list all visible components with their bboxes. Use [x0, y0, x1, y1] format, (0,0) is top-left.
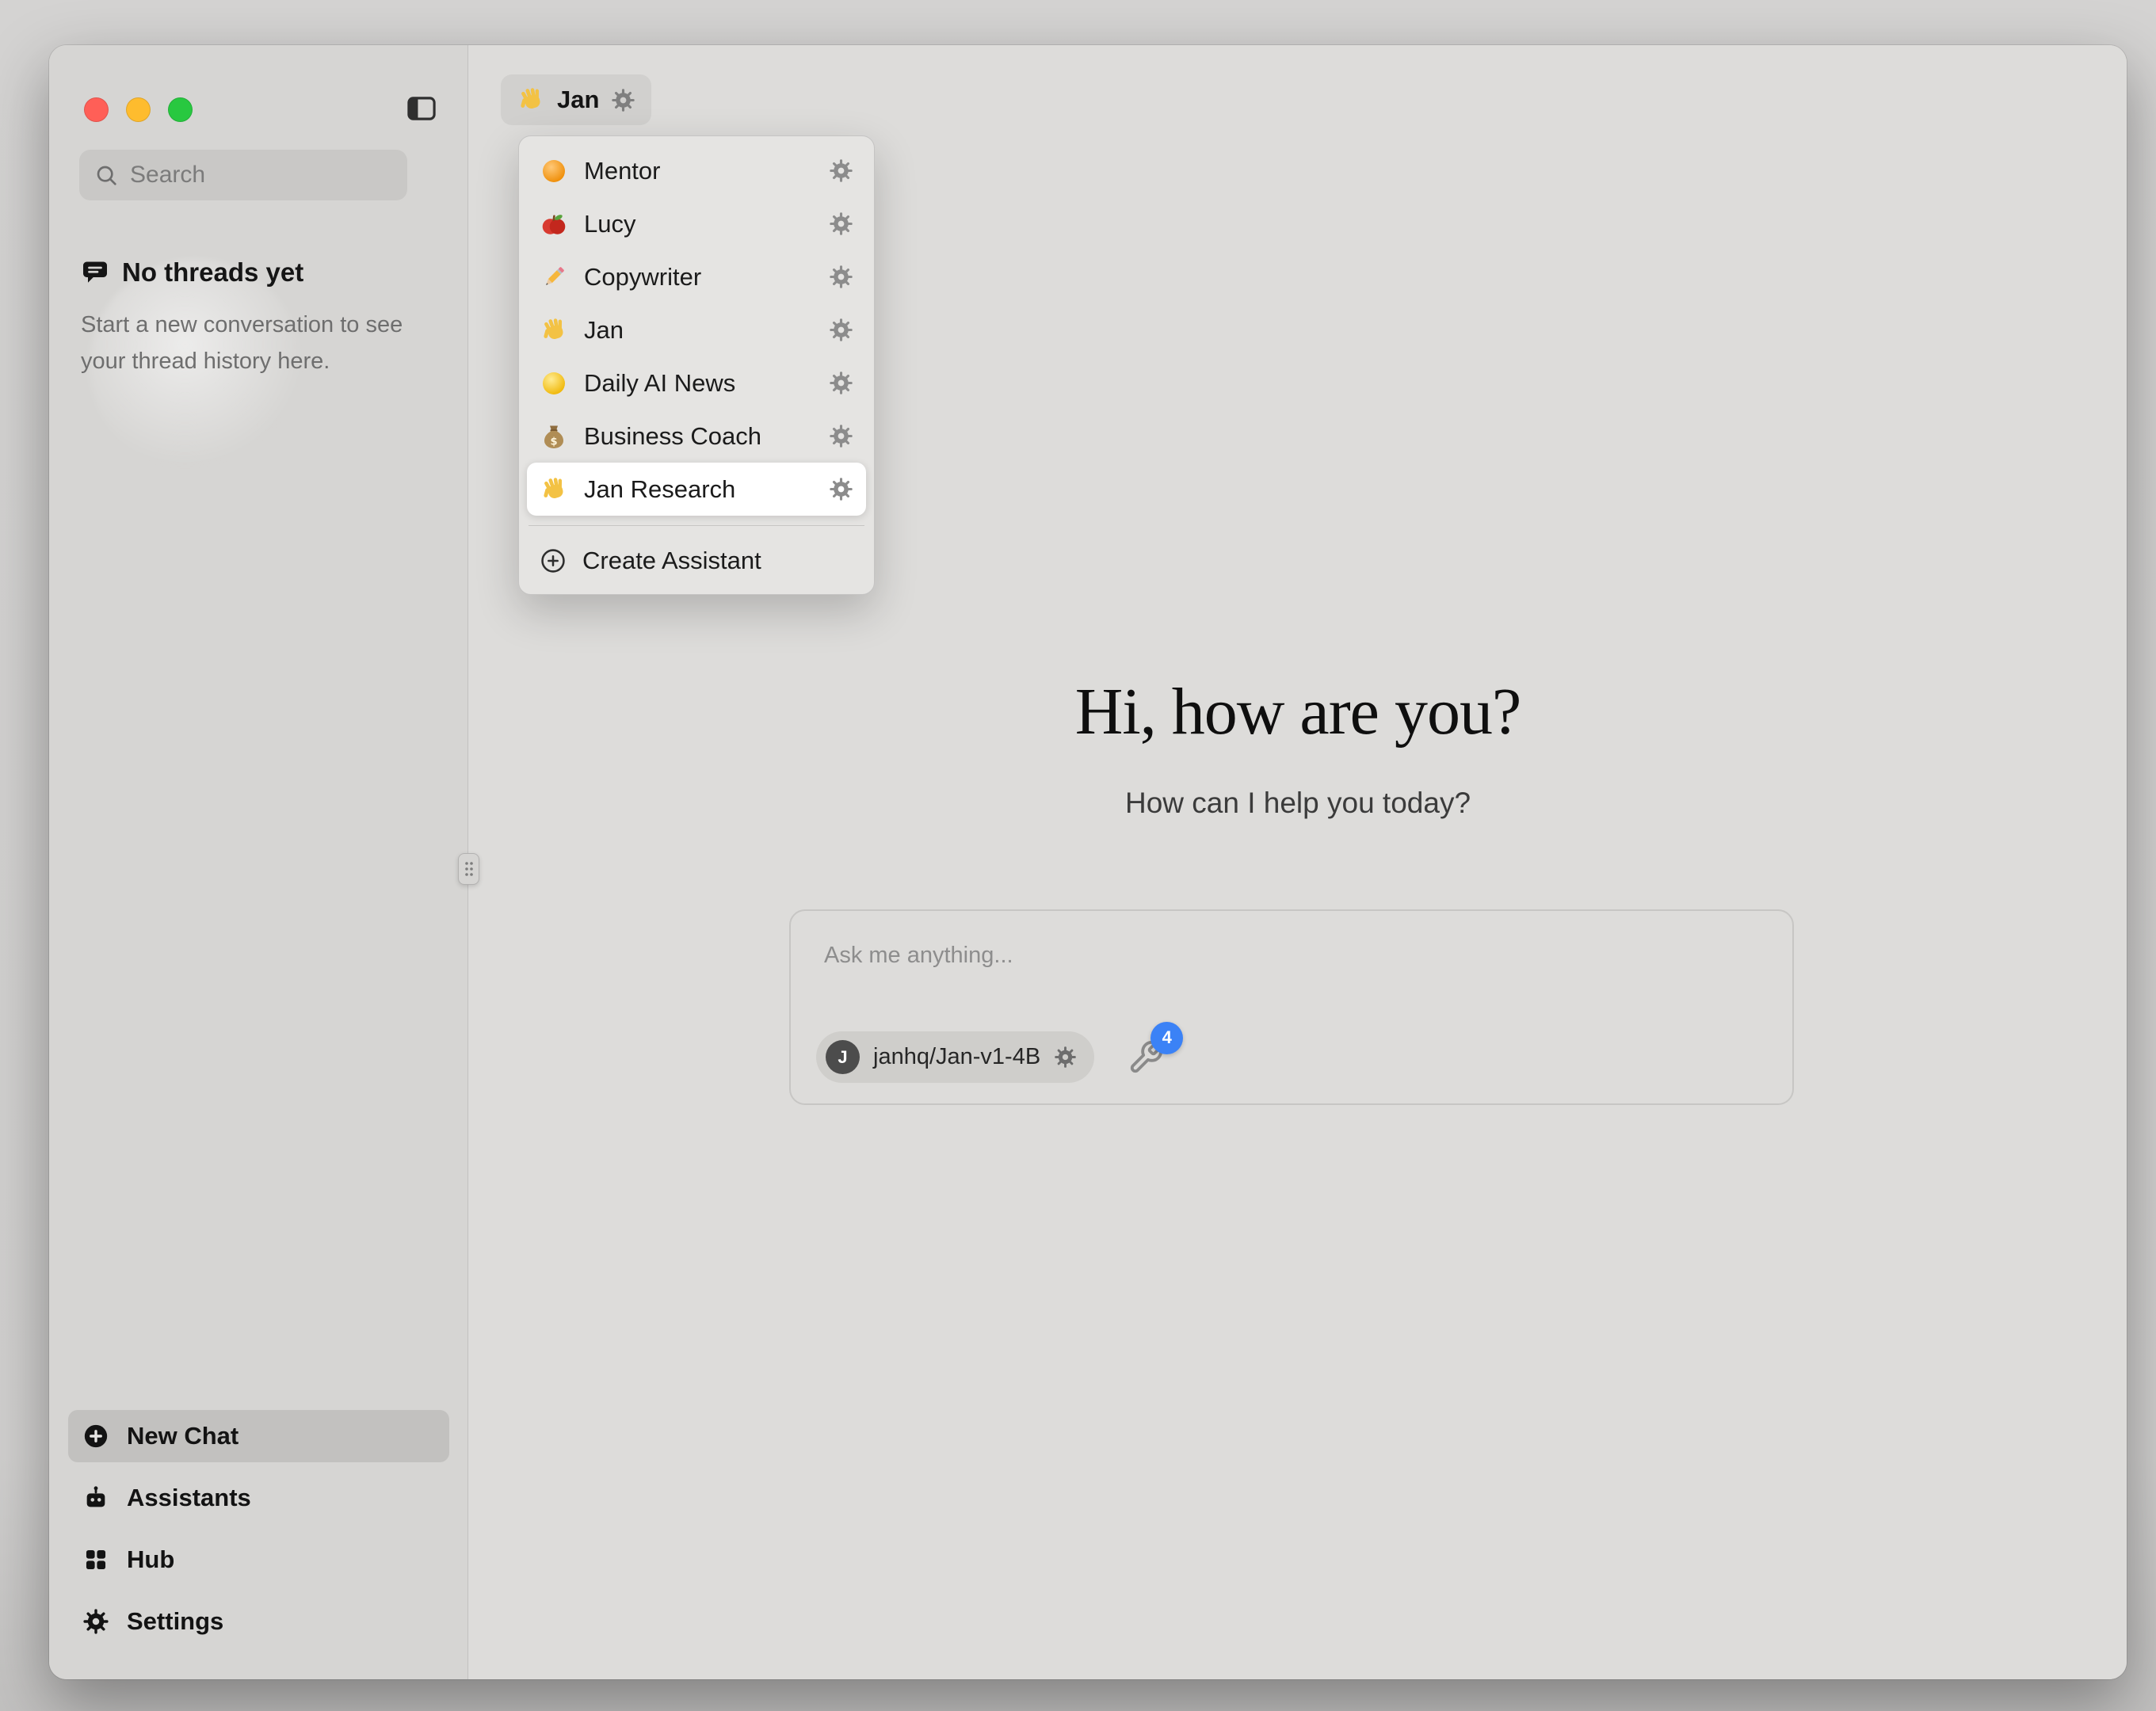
gear-icon[interactable]	[829, 477, 853, 501]
tools-button[interactable]: 4	[1128, 1039, 1164, 1076]
gear-icon[interactable]	[829, 371, 853, 395]
assistant-menu-item-copywriter[interactable]: Copywriter	[527, 250, 866, 303]
assistant-menu-item-label: Daily AI News	[584, 369, 813, 398]
zoom-window-button[interactable]	[168, 97, 193, 122]
money-bag-emoji-icon	[540, 422, 568, 451]
minimize-window-button[interactable]	[126, 97, 151, 122]
tools-count-badge: 4	[1151, 1022, 1183, 1054]
search-icon	[93, 162, 119, 188]
wave-emoji-icon	[517, 86, 545, 114]
gear-icon[interactable]	[611, 88, 635, 112]
apple-emoji-icon	[540, 210, 568, 238]
sidebar-item-assistants[interactable]: Assistants	[68, 1472, 449, 1524]
chat-composer: J janhq/Jan-v1-4B 4	[789, 909, 1794, 1105]
composer-toolbar: J janhq/Jan-v1-4B 4	[816, 1031, 1164, 1083]
grip-dots-icon	[464, 860, 475, 878]
window-controls	[84, 97, 193, 122]
assistant-menu-item-label: Lucy	[584, 210, 813, 238]
search-box[interactable]	[79, 150, 407, 200]
wave-emoji-icon	[540, 316, 568, 345]
sidebar-item-hub[interactable]: Hub	[68, 1534, 449, 1586]
chat-input[interactable]	[791, 911, 1792, 1006]
current-assistant-name: Jan	[557, 86, 599, 114]
greeting-subtitle: How can I help you today?	[469, 787, 2127, 820]
nav-item-label: Settings	[127, 1607, 223, 1636]
model-avatar: J	[826, 1040, 860, 1074]
model-selector[interactable]: J janhq/Jan-v1-4B	[816, 1031, 1094, 1083]
empty-threads-state: No threads yet Start a new conversation …	[81, 257, 436, 380]
main-area: Jan Mentor Lucy Copywriter	[469, 45, 2127, 1679]
empty-threads-description: Start a new conversation to see your thr…	[81, 307, 436, 380]
hub-grid-icon	[82, 1546, 109, 1573]
plus-circle-icon	[82, 1423, 109, 1450]
create-assistant-button[interactable]: Create Assistant	[527, 535, 866, 586]
gear-icon[interactable]	[829, 424, 853, 448]
sidebar: No threads yet Start a new conversation …	[49, 45, 468, 1679]
nav-item-label: Hub	[127, 1545, 174, 1574]
gear-icon[interactable]	[829, 158, 853, 183]
assistant-menu-item-label: Business Coach	[584, 422, 813, 451]
model-name: janhq/Jan-v1-4B	[873, 1044, 1040, 1070]
yellow-circle-emoji-icon	[540, 369, 568, 398]
assistant-menu-item-label: Jan Research	[584, 475, 813, 504]
orange-circle-emoji-icon	[540, 157, 568, 185]
assistant-menu-item-label: Jan	[584, 316, 813, 345]
plus-circle-icon	[540, 547, 567, 574]
assistant-menu-item-daily-ai-news[interactable]: Daily AI News	[527, 356, 866, 410]
empty-threads-title: No threads yet	[122, 257, 303, 288]
nav-item-label: Assistants	[127, 1484, 251, 1512]
assistant-menu-item-jan[interactable]: Jan	[527, 303, 866, 356]
pencil-emoji-icon	[540, 263, 568, 292]
assistant-menu-item-lucy[interactable]: Lucy	[527, 197, 866, 250]
search-input[interactable]	[130, 162, 436, 189]
gear-icon[interactable]	[829, 211, 853, 236]
gear-icon[interactable]	[829, 265, 853, 289]
close-window-button[interactable]	[84, 97, 109, 122]
sidebar-item-settings[interactable]: Settings	[68, 1595, 449, 1648]
assistant-selector-button[interactable]: Jan	[501, 74, 651, 125]
nav-item-label: New Chat	[127, 1422, 238, 1450]
create-assistant-label: Create Assistant	[582, 547, 761, 575]
assistant-menu-item-mentor[interactable]: Mentor	[527, 144, 866, 197]
sidebar-nav: New Chat Assistants Hub Settings	[68, 1410, 449, 1648]
sidebar-item-new-chat[interactable]: New Chat	[68, 1410, 449, 1462]
assistant-menu-item-label: Mentor	[584, 157, 813, 185]
chat-bubble-icon	[81, 258, 109, 287]
sidebar-toggle-icon[interactable]	[403, 90, 441, 128]
gear-icon[interactable]	[1054, 1046, 1077, 1069]
app-window: No threads yet Start a new conversation …	[49, 45, 2127, 1679]
assistant-dropdown-menu: Mentor Lucy Copywriter Jan Daily AI News	[518, 135, 875, 595]
assistant-menu-item-label: Copywriter	[584, 263, 813, 292]
assistant-menu-item-jan-research[interactable]: Jan Research	[527, 463, 866, 516]
assistants-bot-icon	[82, 1484, 109, 1511]
menu-divider	[529, 525, 864, 526]
assistant-menu-item-business-coach[interactable]: Business Coach	[527, 410, 866, 463]
greeting-title: Hi, how are you?	[469, 673, 2127, 750]
wave-emoji-icon	[540, 475, 568, 504]
sidebar-resize-handle[interactable]	[458, 853, 479, 885]
gear-icon	[82, 1608, 109, 1635]
gear-icon[interactable]	[829, 318, 853, 342]
hero: Hi, how are you? How can I help you toda…	[469, 673, 2127, 820]
